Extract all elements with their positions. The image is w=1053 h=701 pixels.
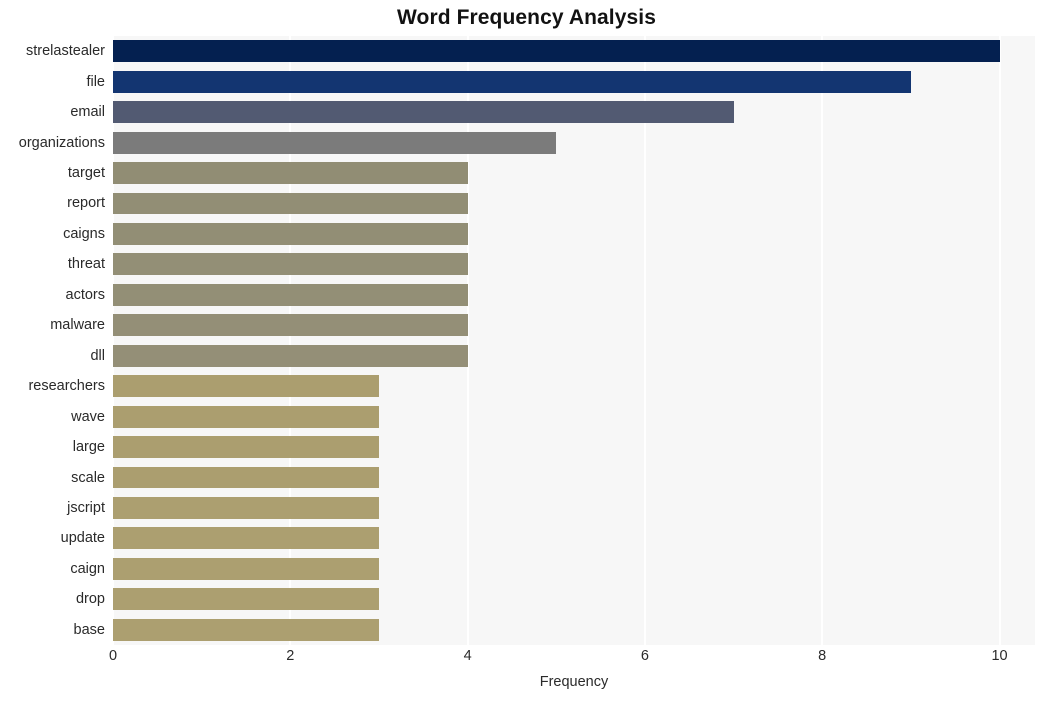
chart-title: Word Frequency Analysis (396, 6, 657, 29)
bar (113, 222, 468, 245)
bar (113, 618, 379, 641)
x-tick-label: 10 (991, 648, 1008, 664)
bar (113, 497, 379, 519)
y-tick-label: large (72, 439, 105, 456)
bar-row (113, 405, 1035, 428)
bar (113, 162, 468, 184)
chart-figure: Word Frequency Analysis strelastealer fil… (0, 0, 1053, 701)
y-tick-label: caigns (63, 225, 105, 242)
x-axis-title: Frequency (539, 674, 609, 690)
bar-row (113, 192, 1035, 215)
bar-row (113, 162, 1035, 184)
bar-row (113, 588, 1035, 611)
bar (113, 70, 911, 93)
bar-row (113, 314, 1035, 337)
plot-area (113, 36, 1035, 645)
x-axis: 0 2 4 6 8 10 (0, 648, 1053, 672)
y-tick-label: file (86, 73, 105, 90)
bar-row (113, 557, 1035, 580)
y-tick-label: scale (71, 469, 105, 486)
y-tick-label: update (60, 530, 105, 547)
x-tick-label: 8 (818, 648, 827, 664)
bar (113, 101, 734, 124)
y-tick-label: report (67, 195, 105, 212)
bar (113, 436, 379, 459)
y-tick-label: jscript (67, 499, 105, 516)
bar-row (113, 375, 1035, 398)
x-tick-label: 2 (286, 648, 295, 664)
y-tick-label: target (67, 165, 105, 182)
y-tick-label: dll (90, 347, 105, 364)
bar (113, 283, 468, 306)
y-tick-label: caign (70, 560, 105, 577)
y-tick-label: researchers (28, 378, 105, 395)
bar-row (113, 283, 1035, 306)
bar (113, 314, 468, 337)
bar-row (113, 497, 1035, 519)
bar-row (113, 618, 1035, 641)
bar (113, 466, 379, 489)
bar-row (113, 466, 1035, 489)
y-tick-label: organizations (18, 134, 105, 151)
y-tick-label: actors (65, 286, 106, 303)
bar (113, 588, 379, 611)
y-tick-label: email (70, 104, 105, 121)
y-axis: strelastealer file email organizations targe… (0, 36, 105, 645)
bar-row (113, 253, 1035, 276)
y-tick-label: wave (71, 408, 105, 425)
x-tick-label: 4 (463, 648, 472, 664)
y-tick-label: base (73, 621, 105, 638)
bar-row (113, 70, 1035, 93)
bar (113, 40, 1000, 63)
bar-series (113, 36, 1035, 645)
bar-row (113, 101, 1035, 124)
bar-row (113, 436, 1035, 459)
bar (113, 344, 468, 367)
y-tick-label: threat (67, 256, 105, 273)
bar (113, 253, 468, 276)
x-tick-label: 0 (108, 648, 118, 664)
x-tick-label: 6 (640, 648, 649, 664)
bar (113, 405, 379, 428)
y-tick-label: strelastealer (26, 43, 105, 60)
bar-row (113, 40, 1035, 63)
bar (113, 527, 379, 550)
bar-row (113, 131, 1035, 154)
bar (113, 375, 379, 398)
bar (113, 557, 379, 580)
y-tick-label: malware (50, 317, 105, 334)
bar (113, 192, 468, 215)
bar-row (113, 222, 1035, 245)
bar-row (113, 344, 1035, 367)
bar (113, 131, 557, 154)
bar-row (113, 527, 1035, 550)
y-tick-label: drop (75, 591, 105, 608)
